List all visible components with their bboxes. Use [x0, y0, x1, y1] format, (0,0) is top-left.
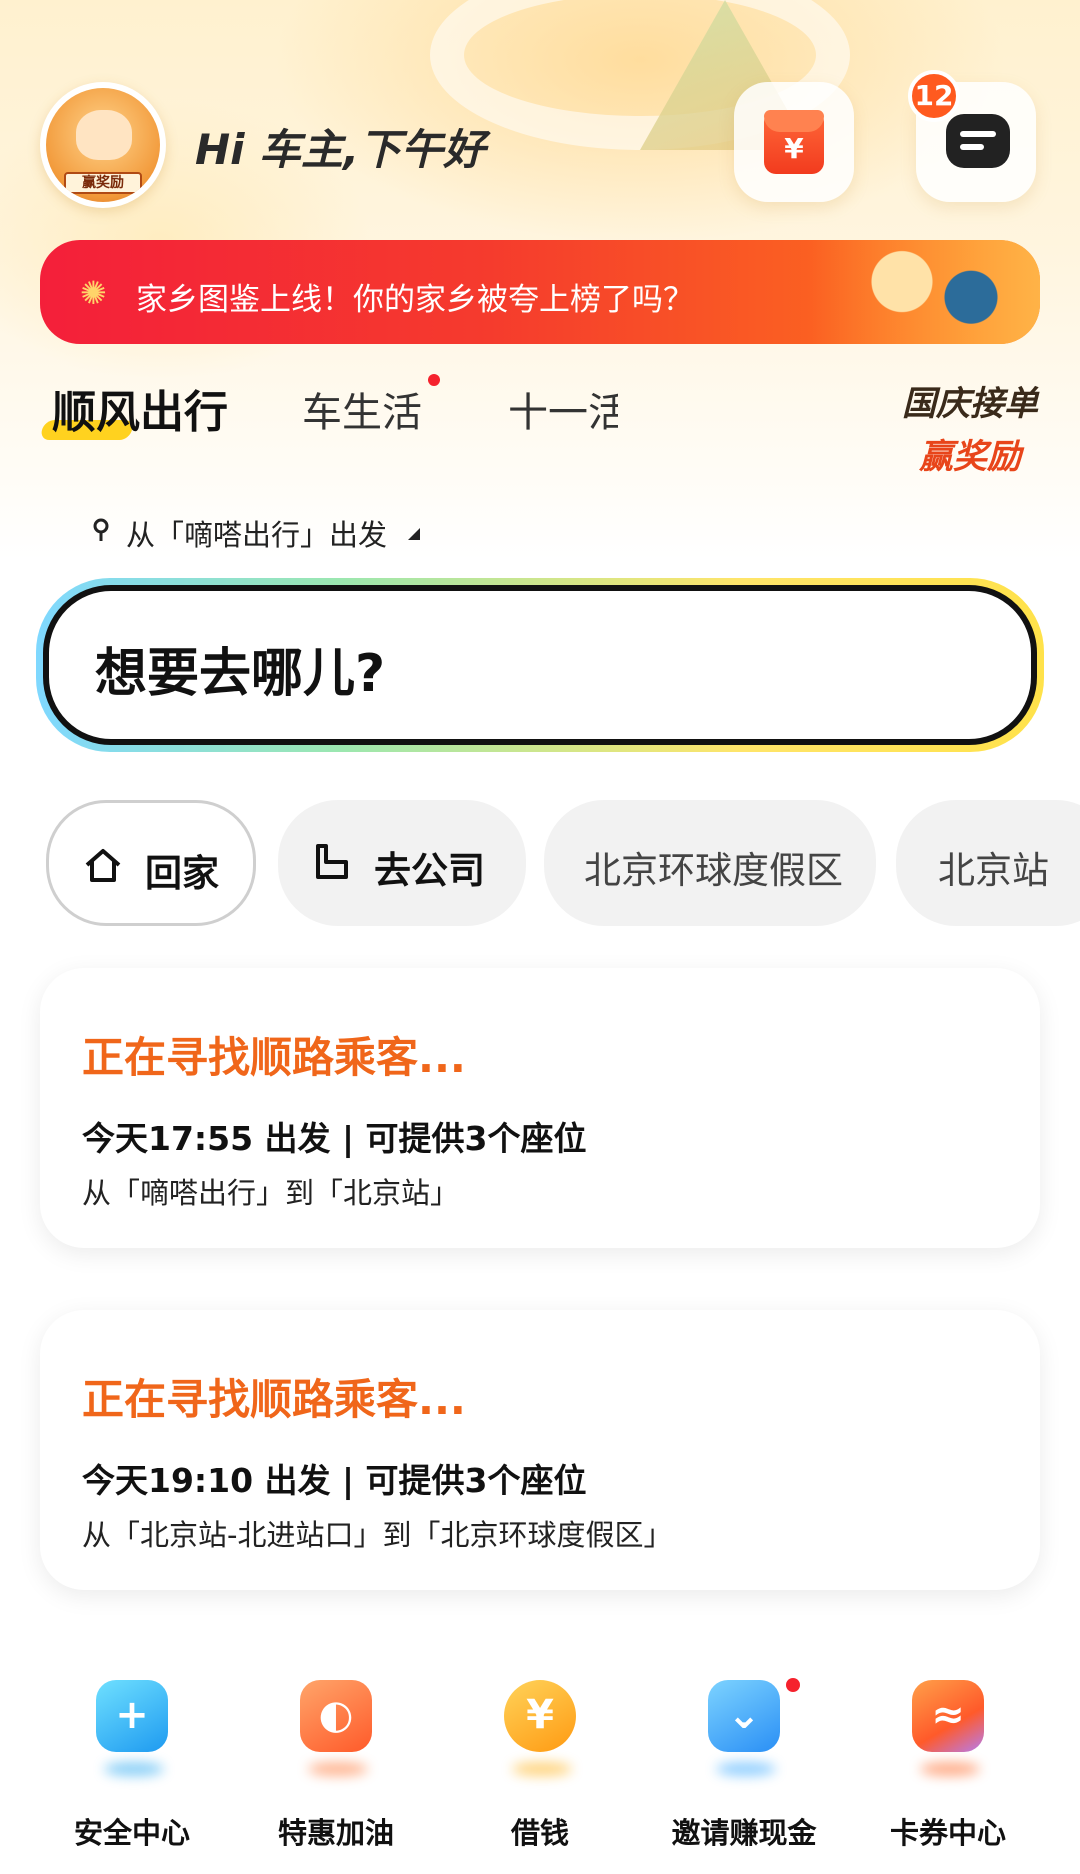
promo-line-2: 赢奖励 [919, 437, 1021, 477]
trip-time: 今天17:55 出发 | 可提供3个座位 [82, 1119, 587, 1158]
house-icon [85, 849, 121, 882]
envelope-icon: ⌄ [708, 1680, 780, 1752]
chip-universal-label: 北京环球度假区 [584, 849, 843, 892]
trip-card[interactable]: 正在寻找顺路乘客... 今天17:55 出发 | 可提供3个座位 从「嘀嗒出行」… [40, 968, 1040, 1248]
yuan-coin-icon: ¥ [504, 1680, 576, 1752]
icon-shadow [716, 1762, 776, 1776]
banner-text: 家乡图鉴上线！你的家乡被夸上榜了吗？ [136, 282, 694, 318]
service-safety-center[interactable]: + 安全中心 [52, 1680, 212, 1860]
chip-home-label: 回家 [145, 852, 219, 895]
icon-shadow [920, 1762, 980, 1776]
origin-selector[interactable]: 从「嘀嗒出行」出发 [126, 512, 387, 554]
service-coupon-center[interactable]: ≈ 卡券中心 [868, 1680, 1028, 1860]
avatar-badge: 赢奖励 [64, 172, 142, 194]
service-label: 借钱 [510, 1816, 569, 1850]
chip-company-label: 去公司 [374, 849, 485, 892]
service-label: 邀请赚现金 [671, 1816, 817, 1850]
icon-shadow [512, 1762, 572, 1776]
search-placeholder: 想要去哪儿? [95, 644, 386, 704]
chip-home[interactable]: 回家 [46, 800, 256, 926]
building-icon [316, 844, 348, 879]
cow-mascot-icon [76, 110, 132, 160]
location-pin-icon [93, 518, 109, 541]
avatar-image: 赢奖励 [46, 88, 160, 202]
trip-time: 今天19:10 出发 | 可提供3个座位 [82, 1461, 587, 1500]
trip-route: 从「北京站-北进站口」到「北京环球度假区」 [82, 1518, 673, 1552]
tab-notification-dot [428, 374, 440, 386]
icon-shadow [104, 1762, 164, 1776]
tab-car-life[interactable]: 车生活 [302, 380, 422, 438]
service-label: 安全中心 [73, 1816, 190, 1850]
chip-universal-resort[interactable]: 北京环球度假区 [544, 800, 876, 926]
service-label: 特惠加油 [277, 1816, 394, 1850]
shield-icon: + [96, 1680, 168, 1752]
tab-ride[interactable]: 顺风出行 [52, 376, 228, 440]
service-invite-cash[interactable]: ⌄ 邀请赚现金 [664, 1680, 824, 1860]
national-day-promo[interactable]: 国庆接单 赢奖励 [880, 376, 1060, 477]
destination-search[interactable]: 想要去哪儿? [36, 578, 1044, 752]
caret-down-icon [408, 528, 420, 540]
chip-beijing-station[interactable]: 北京站 [896, 800, 1080, 926]
greeting-text: Hi 车主,下午好 [195, 125, 486, 174]
messages-button[interactable]: 12 [908, 70, 1036, 202]
search-box[interactable]: 想要去哪儿? [43, 585, 1037, 745]
service-borrow-money[interactable]: ¥ 借钱 [460, 1680, 620, 1860]
firework-icon: ✺ [80, 274, 107, 312]
promo-banner[interactable]: ✺ 家乡图鉴上线！你的家乡被夸上榜了吗？ [40, 240, 1040, 344]
chip-company[interactable]: 去公司 [278, 800, 526, 926]
trip-status: 正在寻找顺路乘客... [82, 1033, 466, 1082]
banner-illustration [810, 240, 1040, 344]
tab-national-day[interactable]: 十一活 [508, 380, 618, 438]
chip-station-label: 北京站 [938, 849, 1049, 892]
ticket-icon: ≈ [912, 1680, 984, 1752]
promo-line-1: 国庆接单 [902, 384, 1038, 424]
message-count-badge: 12 [908, 70, 960, 122]
avatar[interactable]: 赢奖励 [40, 82, 166, 208]
service-notification-dot [786, 1678, 800, 1692]
service-label: 卡券中心 [889, 1816, 1006, 1850]
red-packet-icon: ¥ [764, 110, 824, 174]
chat-icon [946, 114, 1010, 168]
red-packet-button[interactable]: ¥ [734, 82, 854, 202]
icon-shadow [308, 1762, 368, 1776]
trip-card[interactable]: 正在寻找顺路乘客... 今天19:10 出发 | 可提供3个座位 从「北京站-北… [40, 1310, 1040, 1590]
trip-status: 正在寻找顺路乘客... [82, 1375, 466, 1424]
service-fuel-discount[interactable]: ◐ 特惠加油 [256, 1680, 416, 1860]
trip-route: 从「嘀嗒出行」到「北京站」 [82, 1176, 460, 1210]
fuel-drop-icon: ◐ [300, 1680, 372, 1752]
